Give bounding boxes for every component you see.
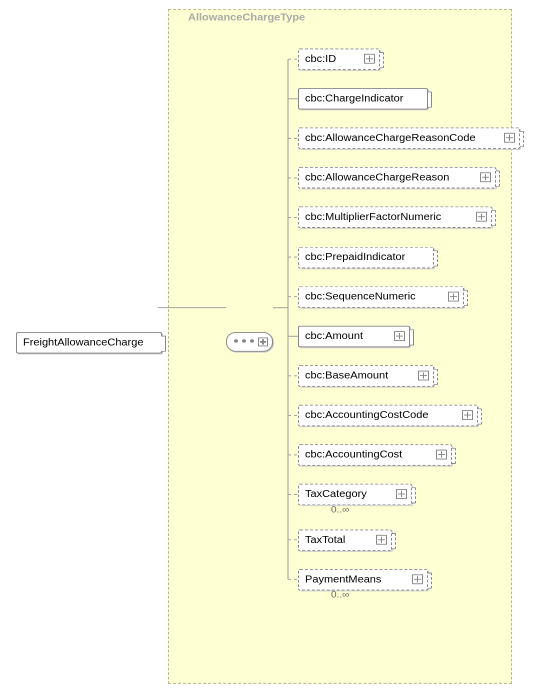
child-element[interactable]: cbc:SequenceNumeric (298, 286, 464, 308)
occurrence-label: 0..∞ (331, 505, 349, 515)
child-element[interactable]: TaxCategory (298, 484, 412, 506)
expand-icon[interactable] (412, 574, 423, 584)
child-element-label: cbc:AllowanceChargeReason (305, 173, 449, 184)
tab-icon (392, 533, 396, 549)
expand-icon[interactable] (418, 370, 429, 380)
tab-icon (434, 250, 438, 266)
root-element-label: FreightAllowanceCharge (23, 337, 143, 348)
child-element[interactable]: cbc:AllowanceChargeReason (298, 167, 496, 189)
expand-icon[interactable] (462, 410, 473, 420)
tab-icon (520, 131, 524, 147)
tab-icon (412, 487, 416, 503)
tab-icon (410, 329, 414, 345)
expand-icon[interactable] (504, 133, 515, 143)
tab-icon (478, 408, 482, 424)
child-element[interactable]: cbc:AccountingCostCode (298, 405, 478, 427)
child-element[interactable]: cbc:BaseAmount (298, 365, 434, 387)
tab-icon (464, 289, 468, 305)
child-element-label: PaymentMeans (305, 574, 381, 585)
child-element-label: cbc:MultiplierFactorNumeric (305, 212, 441, 223)
expand-icon[interactable] (394, 331, 405, 341)
child-element[interactable]: TaxTotal (298, 529, 392, 551)
expand-icon[interactable] (448, 291, 459, 301)
expand-icon[interactable] (480, 173, 491, 183)
child-element[interactable]: cbc:AllowanceChargeReasonCode (298, 128, 520, 150)
sequence-dots-icon (234, 339, 254, 344)
expand-icon[interactable] (476, 212, 487, 222)
occurrence-label: 0..∞ (331, 590, 349, 600)
child-element-label: cbc:AccountingCostCode (305, 410, 429, 421)
child-element-label: cbc:ID (305, 54, 336, 65)
tab-icon (428, 92, 432, 108)
child-element-label: cbc:Amount (305, 331, 363, 342)
tab-icon (380, 52, 384, 68)
child-element-label: cbc:ChargeIndicator (305, 93, 403, 104)
child-element[interactable]: cbc:MultiplierFactorNumeric (298, 207, 492, 229)
expand-icon[interactable] (396, 489, 407, 499)
expand-icon[interactable] (258, 337, 268, 346)
expand-icon[interactable] (376, 534, 387, 544)
expand-icon[interactable] (436, 450, 447, 460)
tab-icon (428, 572, 432, 588)
tab-icon (434, 369, 438, 385)
child-element-label: cbc:AllowanceChargeReasonCode (305, 133, 476, 144)
sequence-compositor[interactable] (226, 332, 273, 352)
child-element[interactable]: cbc:AccountingCost (298, 444, 452, 466)
child-element-label: cbc:BaseAmount (305, 370, 388, 381)
child-element[interactable]: cbc:ID (298, 48, 380, 70)
tab-icon (496, 171, 500, 187)
child-element-label: cbc:AccountingCost (305, 450, 402, 461)
tab-icon (492, 210, 496, 226)
expand-icon[interactable] (364, 54, 375, 64)
child-element[interactable]: PaymentMeans (298, 569, 428, 591)
child-element-label: cbc:PrepaidIndicator (305, 252, 405, 263)
child-element[interactable]: cbc:Amount (298, 325, 410, 347)
child-element[interactable]: cbc:ChargeIndicator (298, 88, 428, 110)
child-element-label: TaxTotal (305, 534, 345, 545)
root-tab-icon (161, 336, 166, 352)
child-element-label: TaxCategory (305, 489, 367, 500)
root-element-freight-allowance-charge[interactable]: FreightAllowanceCharge (16, 332, 162, 354)
child-element[interactable]: cbc:PrepaidIndicator (298, 246, 434, 268)
tab-icon (452, 448, 456, 464)
child-element-label: cbc:SequenceNumeric (305, 291, 416, 302)
